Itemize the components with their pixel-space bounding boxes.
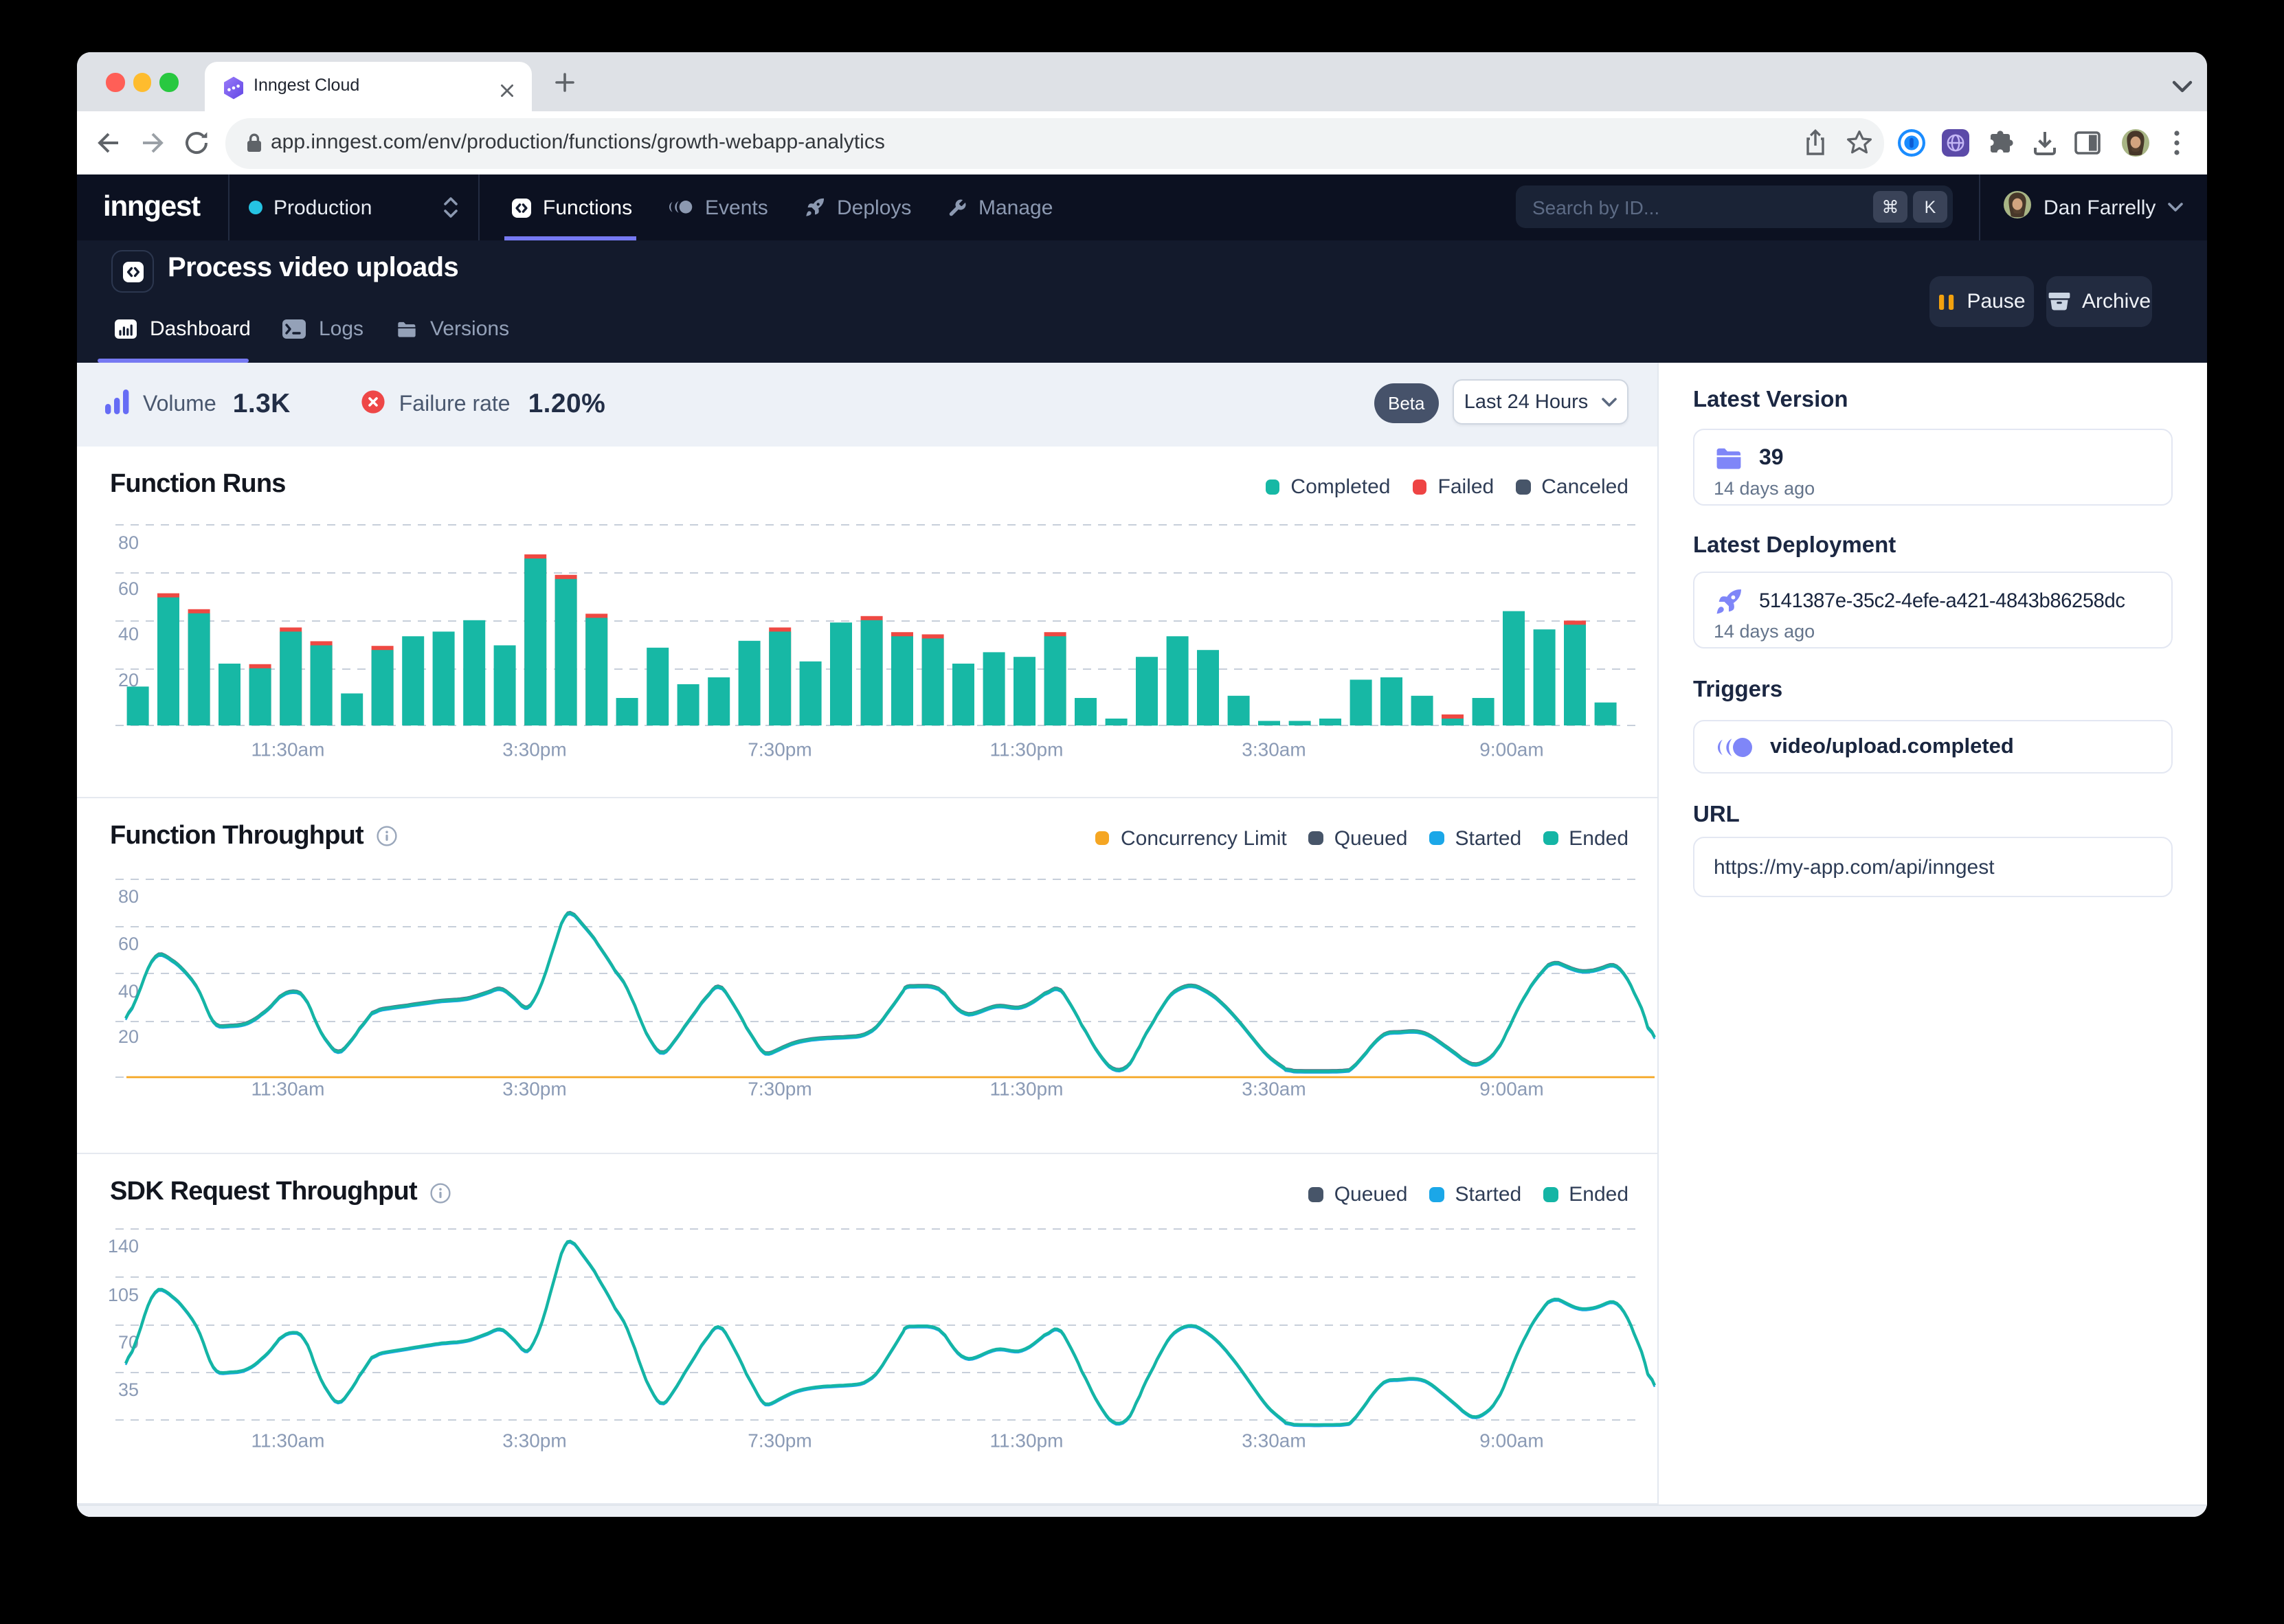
svg-text:7:30pm: 7:30pm [748, 739, 811, 760]
svg-text:3:30pm: 3:30pm [502, 1430, 566, 1451]
svg-text:9:00am: 9:00am [1479, 1430, 1543, 1451]
svg-text:3:30am: 3:30am [1242, 1430, 1306, 1451]
svg-text:11:30am: 11:30am [251, 739, 325, 760]
svg-text:11:30am: 11:30am [251, 1078, 325, 1099]
svg-text:3:30am: 3:30am [1242, 739, 1306, 760]
svg-text:9:00am: 9:00am [1479, 1078, 1543, 1099]
svg-text:80: 80 [118, 886, 139, 906]
svg-text:105: 105 [108, 1284, 139, 1305]
svg-text:80: 80 [118, 532, 139, 553]
svg-text:7:30pm: 7:30pm [748, 1430, 811, 1451]
svg-text:11:30pm: 11:30pm [990, 1078, 1064, 1099]
svg-text:11:30pm: 11:30pm [990, 1430, 1064, 1451]
svg-text:9:00am: 9:00am [1479, 739, 1543, 760]
svg-text:20: 20 [118, 1026, 139, 1046]
svg-text:40: 40 [118, 624, 139, 644]
svg-text:7:30pm: 7:30pm [748, 1078, 811, 1099]
svg-text:140: 140 [108, 1235, 139, 1256]
svg-text:11:30am: 11:30am [251, 1430, 325, 1451]
svg-text:35: 35 [118, 1379, 139, 1399]
svg-text:3:30pm: 3:30pm [502, 1078, 566, 1099]
svg-text:3:30am: 3:30am [1242, 1078, 1306, 1099]
svg-text:3:30pm: 3:30pm [502, 739, 566, 760]
svg-text:11:30pm: 11:30pm [990, 739, 1064, 760]
svg-text:60: 60 [118, 933, 139, 954]
svg-text:60: 60 [118, 578, 139, 599]
